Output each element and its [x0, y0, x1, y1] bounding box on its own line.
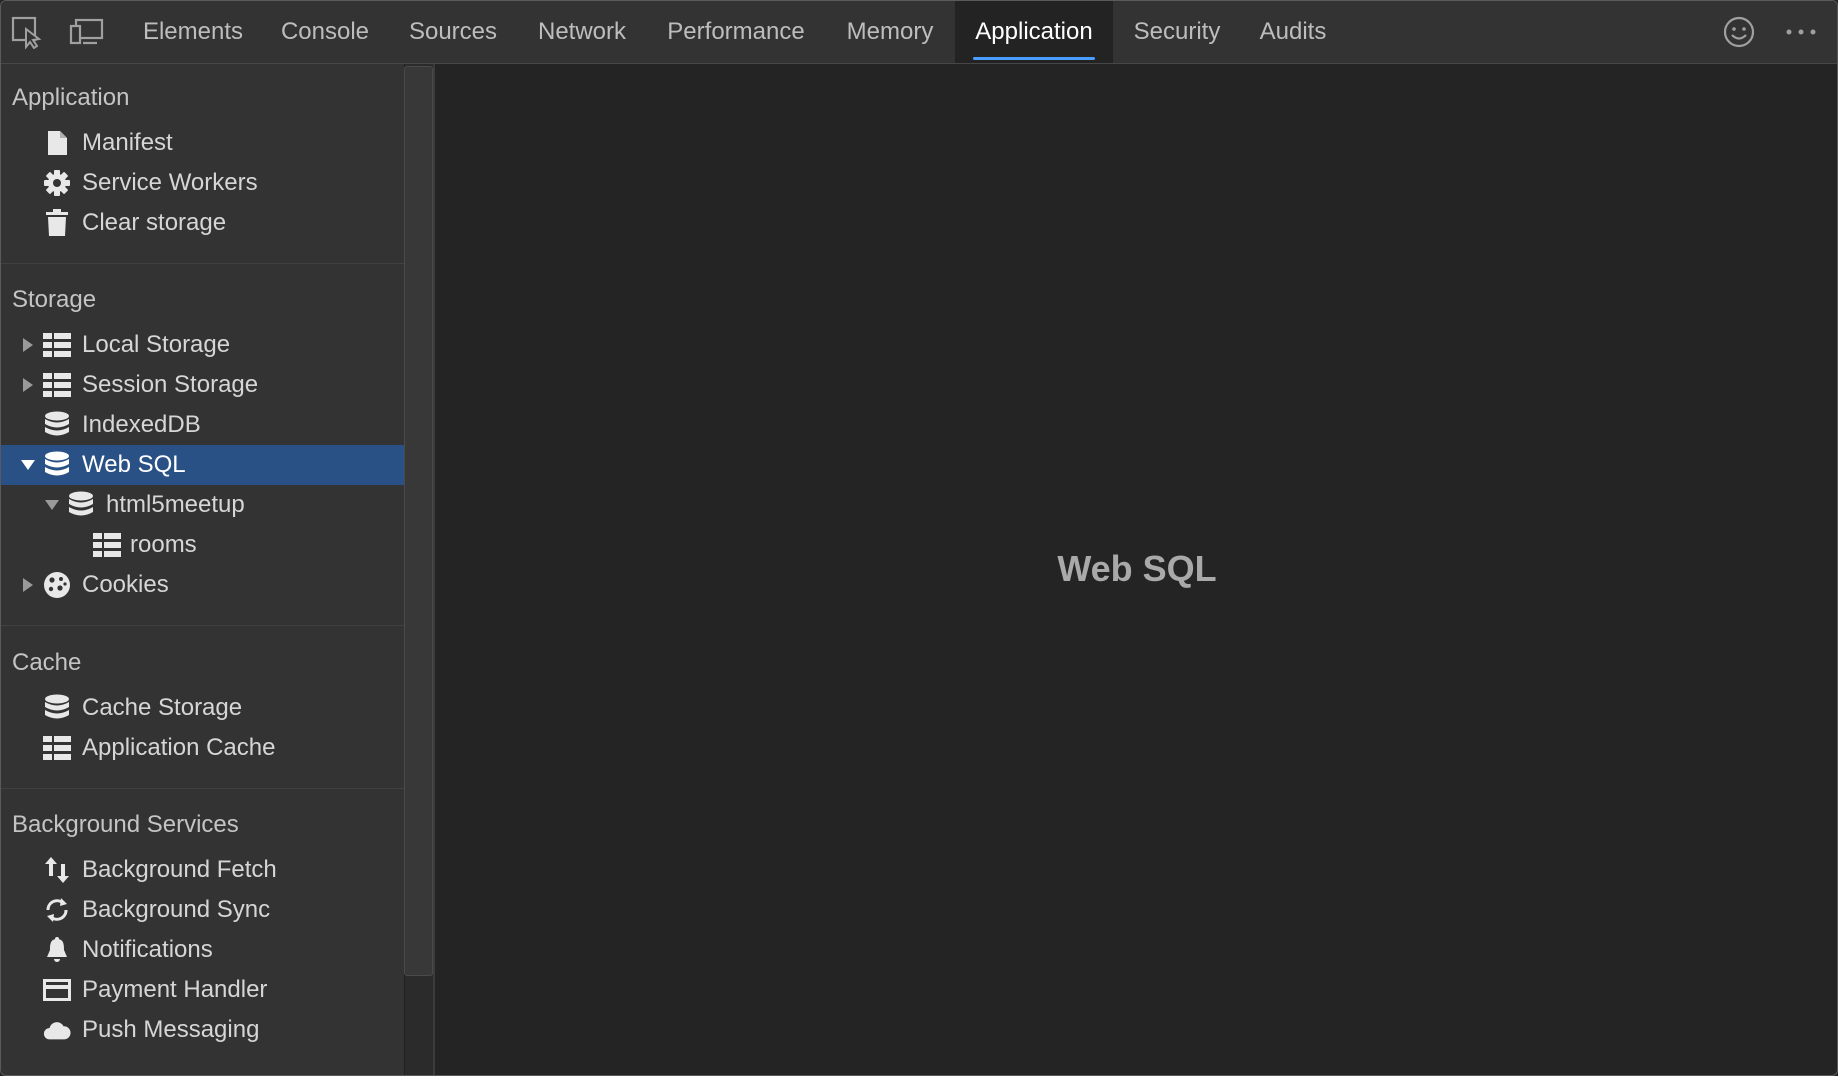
gear-icon: [43, 170, 71, 196]
database-icon: [43, 695, 71, 721]
tab-security[interactable]: Security: [1113, 1, 1241, 63]
sidebar-item-cache-storage[interactable]: Cache Storage: [1, 688, 404, 728]
sidebar-item-html5meetup[interactable]: html5meetup: [1, 485, 404, 525]
device-toolbar-icon[interactable]: [69, 14, 105, 50]
sidebar-item-web-sql[interactable]: Web SQL: [1, 445, 404, 485]
table-icon: [43, 332, 71, 358]
sidebar-item-cookies[interactable]: Cookies: [1, 565, 404, 605]
sidebar-item-indexeddb[interactable]: IndexedDB: [1, 405, 404, 445]
inspect-element-icon[interactable]: [9, 14, 45, 50]
database-icon: [43, 452, 71, 478]
sidebar-item-notifications[interactable]: Notifications: [1, 930, 404, 970]
section-divider: [1, 788, 404, 789]
sidebar-item-background-fetch[interactable]: Background Fetch: [1, 850, 404, 890]
sidebar-scrollbar-thumb[interactable]: [404, 66, 433, 976]
collapse-arrow-icon[interactable]: [45, 500, 59, 510]
sidebar-item-background-sync[interactable]: Background Sync: [1, 890, 404, 930]
tab-label: Performance: [667, 18, 804, 45]
up-down-arrows-icon: [43, 857, 71, 883]
sidebar-item-label: Session Storage: [82, 371, 258, 399]
application-sidebar: Application Manifest: [1, 64, 404, 1076]
feedback-smiley-icon[interactable]: [1721, 14, 1757, 50]
sidebar-item-label: Local Storage: [82, 331, 230, 359]
tab-label: Audits: [1260, 18, 1327, 45]
section-title-application: Application: [12, 84, 129, 112]
table-icon: [43, 372, 71, 398]
sidebar-item-clear-storage[interactable]: Clear storage: [1, 203, 404, 243]
sidebar-item-label: Background Fetch: [82, 856, 277, 884]
tab-sources[interactable]: Sources: [387, 1, 519, 63]
sidebar-item-label: Application Cache: [82, 734, 275, 762]
sidebar-item-service-workers[interactable]: Service Workers: [1, 163, 404, 203]
sidebar-item-application-cache[interactable]: Application Cache: [1, 728, 404, 768]
cloud-icon: [43, 1017, 71, 1043]
section-title-storage: Storage: [12, 286, 96, 314]
sidebar-item-label: rooms: [130, 531, 197, 559]
file-icon: [43, 130, 71, 156]
table-icon: [93, 532, 121, 558]
expand-arrow-icon[interactable]: [23, 378, 33, 392]
tab-label: Console: [281, 18, 369, 45]
sidebar-item-payment-handler[interactable]: Payment Handler: [1, 970, 404, 1010]
sidebar-item-rooms[interactable]: rooms: [1, 525, 404, 565]
tab-label: Elements: [143, 18, 243, 45]
trash-icon: [43, 210, 71, 236]
database-icon: [67, 492, 95, 518]
tab-label: Network: [538, 18, 626, 45]
sidebar-item-label: Clear storage: [82, 209, 226, 237]
sidebar-item-local-storage[interactable]: Local Storage: [1, 325, 404, 365]
credit-card-icon: [43, 977, 71, 1003]
sidebar-item-label: IndexedDB: [82, 411, 201, 439]
tab-memory[interactable]: Memory: [827, 1, 953, 63]
database-icon: [43, 412, 71, 438]
sidebar-item-label: Web SQL: [82, 451, 186, 479]
sidebar-item-label: Service Workers: [82, 169, 258, 197]
expand-arrow-icon[interactable]: [23, 338, 33, 352]
tab-application[interactable]: Application: [955, 1, 1113, 63]
sidebar-item-label: Cache Storage: [82, 694, 242, 722]
sidebar-item-manifest[interactable]: Manifest: [1, 123, 404, 163]
cookie-icon: [43, 572, 71, 598]
tab-audits[interactable]: Audits: [1241, 1, 1345, 63]
sidebar-item-label: Background Sync: [82, 896, 270, 924]
bell-icon: [43, 937, 71, 963]
section-title-cache: Cache: [12, 649, 81, 677]
section-divider: [1, 263, 404, 264]
tab-label: Security: [1134, 18, 1221, 45]
section-title-background-services: Background Services: [12, 811, 239, 839]
more-options-icon[interactable]: [1783, 14, 1819, 50]
sync-icon: [43, 897, 71, 923]
devtools-toolbar: Elements Console Sources Network Perform…: [1, 1, 1837, 64]
sidebar-item-label: Push Messaging: [82, 1016, 259, 1044]
sidebar-item-label: html5meetup: [106, 491, 245, 519]
tab-console[interactable]: Console: [263, 1, 387, 63]
sidebar-item-label: Cookies: [82, 571, 169, 599]
sidebar-item-push-messaging[interactable]: Push Messaging: [1, 1010, 404, 1050]
tab-elements[interactable]: Elements: [123, 1, 263, 63]
tab-network[interactable]: Network: [519, 1, 645, 63]
section-divider: [1, 625, 404, 626]
expand-arrow-icon[interactable]: [23, 578, 33, 592]
table-icon: [43, 735, 71, 761]
tab-label: Application: [975, 18, 1092, 45]
tab-label: Sources: [409, 18, 497, 45]
sidebar-item-session-storage[interactable]: Session Storage: [1, 365, 404, 405]
sidebar-item-label: Notifications: [82, 936, 213, 964]
tab-performance[interactable]: Performance: [645, 1, 827, 63]
sidebar-item-label: Manifest: [82, 129, 173, 157]
tab-label: Memory: [847, 18, 934, 45]
panel-divider[interactable]: [433, 64, 435, 1076]
main-panel-title: Web SQL: [1057, 548, 1217, 590]
active-tab-indicator: [973, 57, 1095, 60]
collapse-arrow-icon[interactable]: [21, 460, 35, 470]
devtools-window: Elements Console Sources Network Perform…: [0, 0, 1838, 1076]
sidebar-item-label: Payment Handler: [82, 976, 267, 1004]
